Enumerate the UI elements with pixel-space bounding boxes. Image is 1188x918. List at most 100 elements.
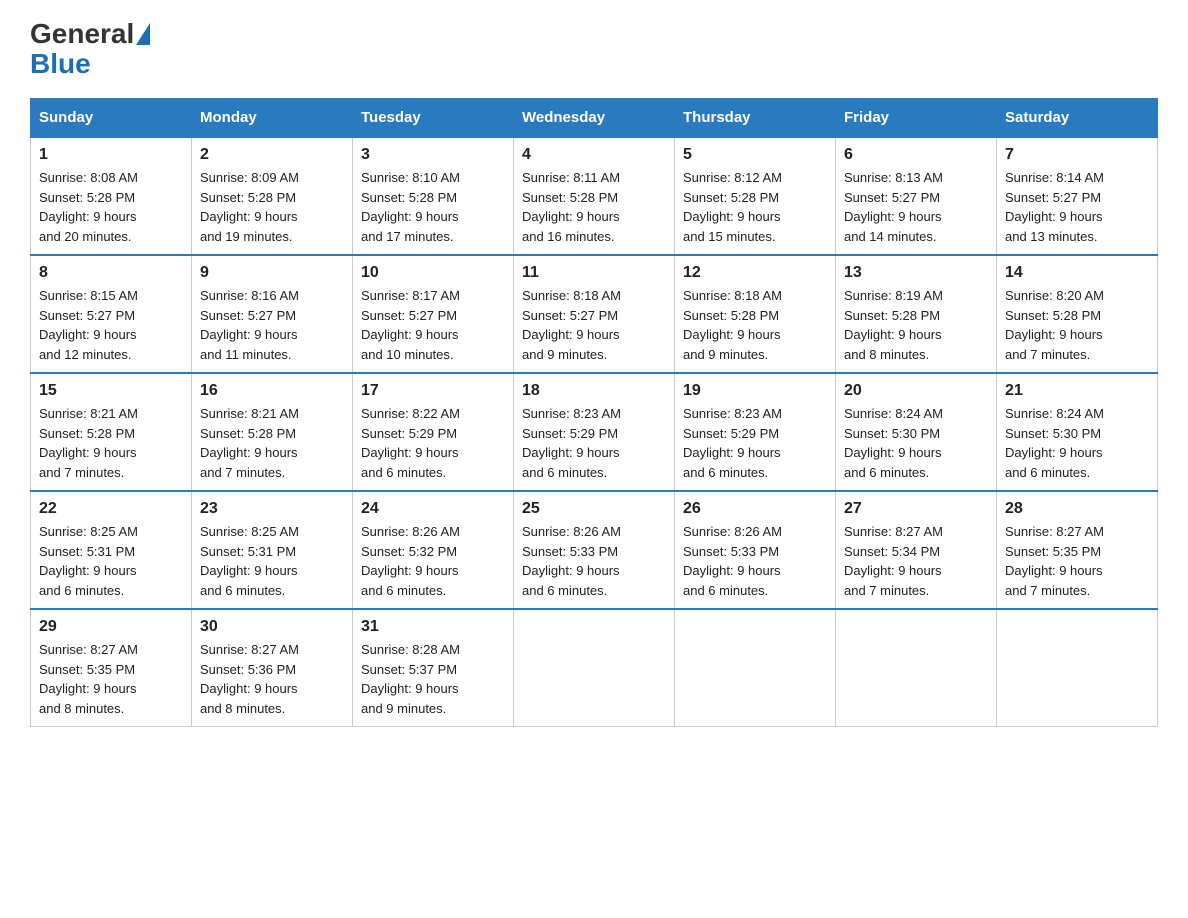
day-number: 8 (39, 264, 183, 282)
day-number: 13 (844, 264, 988, 282)
day-number: 21 (1005, 382, 1149, 400)
day-info: Sunrise: 8:13 AMSunset: 5:27 PMDaylight:… (844, 168, 988, 246)
day-info: Sunrise: 8:10 AMSunset: 5:28 PMDaylight:… (361, 168, 505, 246)
day-info: Sunrise: 8:12 AMSunset: 5:28 PMDaylight:… (683, 168, 827, 246)
day-number: 2 (200, 146, 344, 164)
day-number: 29 (39, 618, 183, 636)
day-info: Sunrise: 8:25 AMSunset: 5:31 PMDaylight:… (200, 522, 344, 600)
day-info: Sunrise: 8:27 AMSunset: 5:34 PMDaylight:… (844, 522, 988, 600)
day-number: 15 (39, 382, 183, 400)
calendar-day-cell: 13 Sunrise: 8:19 AMSunset: 5:28 PMDaylig… (836, 255, 997, 373)
day-number: 16 (200, 382, 344, 400)
calendar-week-row: 1 Sunrise: 8:08 AMSunset: 5:28 PMDayligh… (31, 137, 1158, 255)
calendar-day-cell: 8 Sunrise: 8:15 AMSunset: 5:27 PMDayligh… (31, 255, 192, 373)
day-info: Sunrise: 8:16 AMSunset: 5:27 PMDaylight:… (200, 286, 344, 364)
day-number: 10 (361, 264, 505, 282)
calendar-day-cell: 2 Sunrise: 8:09 AMSunset: 5:28 PMDayligh… (192, 137, 353, 255)
day-info: Sunrise: 8:18 AMSunset: 5:28 PMDaylight:… (683, 286, 827, 364)
calendar-day-cell: 12 Sunrise: 8:18 AMSunset: 5:28 PMDaylig… (675, 255, 836, 373)
day-info: Sunrise: 8:15 AMSunset: 5:27 PMDaylight:… (39, 286, 183, 364)
logo: General Blue (30, 20, 150, 78)
calendar-day-cell: 23 Sunrise: 8:25 AMSunset: 5:31 PMDaylig… (192, 491, 353, 609)
day-number: 20 (844, 382, 988, 400)
calendar-day-cell: 24 Sunrise: 8:26 AMSunset: 5:32 PMDaylig… (353, 491, 514, 609)
day-number: 27 (844, 500, 988, 518)
calendar-day-cell: 25 Sunrise: 8:26 AMSunset: 5:33 PMDaylig… (514, 491, 675, 609)
calendar-day-cell: 10 Sunrise: 8:17 AMSunset: 5:27 PMDaylig… (353, 255, 514, 373)
calendar-day-cell: 31 Sunrise: 8:28 AMSunset: 5:37 PMDaylig… (353, 609, 514, 727)
day-number: 30 (200, 618, 344, 636)
day-info: Sunrise: 8:21 AMSunset: 5:28 PMDaylight:… (39, 404, 183, 482)
calendar-day-cell: 28 Sunrise: 8:27 AMSunset: 5:35 PMDaylig… (997, 491, 1158, 609)
calendar-week-row: 29 Sunrise: 8:27 AMSunset: 5:35 PMDaylig… (31, 609, 1158, 727)
day-info: Sunrise: 8:23 AMSunset: 5:29 PMDaylight:… (683, 404, 827, 482)
day-number: 26 (683, 500, 827, 518)
day-info: Sunrise: 8:27 AMSunset: 5:35 PMDaylight:… (39, 640, 183, 718)
page-header: General Blue (30, 20, 1158, 78)
day-info: Sunrise: 8:21 AMSunset: 5:28 PMDaylight:… (200, 404, 344, 482)
day-info: Sunrise: 8:28 AMSunset: 5:37 PMDaylight:… (361, 640, 505, 718)
day-info: Sunrise: 8:11 AMSunset: 5:28 PMDaylight:… (522, 168, 666, 246)
day-info: Sunrise: 8:09 AMSunset: 5:28 PMDaylight:… (200, 168, 344, 246)
calendar-day-cell (836, 609, 997, 727)
day-info: Sunrise: 8:23 AMSunset: 5:29 PMDaylight:… (522, 404, 666, 482)
day-info: Sunrise: 8:27 AMSunset: 5:35 PMDaylight:… (1005, 522, 1149, 600)
calendar-day-cell: 22 Sunrise: 8:25 AMSunset: 5:31 PMDaylig… (31, 491, 192, 609)
day-of-week-header: Friday (836, 99, 997, 138)
day-number: 9 (200, 264, 344, 282)
calendar-day-cell: 19 Sunrise: 8:23 AMSunset: 5:29 PMDaylig… (675, 373, 836, 491)
day-number: 28 (1005, 500, 1149, 518)
day-info: Sunrise: 8:22 AMSunset: 5:29 PMDaylight:… (361, 404, 505, 482)
day-info: Sunrise: 8:18 AMSunset: 5:27 PMDaylight:… (522, 286, 666, 364)
day-number: 4 (522, 146, 666, 164)
day-info: Sunrise: 8:08 AMSunset: 5:28 PMDaylight:… (39, 168, 183, 246)
day-info: Sunrise: 8:24 AMSunset: 5:30 PMDaylight:… (844, 404, 988, 482)
calendar-day-cell (997, 609, 1158, 727)
day-of-week-header: Monday (192, 99, 353, 138)
day-info: Sunrise: 8:20 AMSunset: 5:28 PMDaylight:… (1005, 286, 1149, 364)
day-number: 24 (361, 500, 505, 518)
day-number: 31 (361, 618, 505, 636)
day-number: 7 (1005, 146, 1149, 164)
calendar-week-row: 15 Sunrise: 8:21 AMSunset: 5:28 PMDaylig… (31, 373, 1158, 491)
day-of-week-header: Saturday (997, 99, 1158, 138)
calendar-day-cell: 29 Sunrise: 8:27 AMSunset: 5:35 PMDaylig… (31, 609, 192, 727)
day-number: 1 (39, 146, 183, 164)
calendar-day-cell: 18 Sunrise: 8:23 AMSunset: 5:29 PMDaylig… (514, 373, 675, 491)
calendar-day-cell: 15 Sunrise: 8:21 AMSunset: 5:28 PMDaylig… (31, 373, 192, 491)
day-info: Sunrise: 8:14 AMSunset: 5:27 PMDaylight:… (1005, 168, 1149, 246)
day-info: Sunrise: 8:25 AMSunset: 5:31 PMDaylight:… (39, 522, 183, 600)
logo-triangle-icon (136, 23, 150, 45)
day-number: 6 (844, 146, 988, 164)
day-info: Sunrise: 8:26 AMSunset: 5:33 PMDaylight:… (683, 522, 827, 600)
calendar-day-cell: 16 Sunrise: 8:21 AMSunset: 5:28 PMDaylig… (192, 373, 353, 491)
day-number: 5 (683, 146, 827, 164)
day-of-week-header: Wednesday (514, 99, 675, 138)
day-number: 23 (200, 500, 344, 518)
day-of-week-header: Thursday (675, 99, 836, 138)
day-info: Sunrise: 8:17 AMSunset: 5:27 PMDaylight:… (361, 286, 505, 364)
day-number: 14 (1005, 264, 1149, 282)
calendar-day-cell: 1 Sunrise: 8:08 AMSunset: 5:28 PMDayligh… (31, 137, 192, 255)
calendar-day-cell: 26 Sunrise: 8:26 AMSunset: 5:33 PMDaylig… (675, 491, 836, 609)
calendar-day-cell: 7 Sunrise: 8:14 AMSunset: 5:27 PMDayligh… (997, 137, 1158, 255)
day-info: Sunrise: 8:26 AMSunset: 5:33 PMDaylight:… (522, 522, 666, 600)
calendar-week-row: 8 Sunrise: 8:15 AMSunset: 5:27 PMDayligh… (31, 255, 1158, 373)
day-number: 25 (522, 500, 666, 518)
calendar-week-row: 22 Sunrise: 8:25 AMSunset: 5:31 PMDaylig… (31, 491, 1158, 609)
calendar-day-cell: 21 Sunrise: 8:24 AMSunset: 5:30 PMDaylig… (997, 373, 1158, 491)
logo-general-text: General (30, 20, 134, 48)
day-number: 3 (361, 146, 505, 164)
day-of-week-header: Tuesday (353, 99, 514, 138)
calendar-day-cell: 4 Sunrise: 8:11 AMSunset: 5:28 PMDayligh… (514, 137, 675, 255)
day-info: Sunrise: 8:24 AMSunset: 5:30 PMDaylight:… (1005, 404, 1149, 482)
calendar-day-cell: 6 Sunrise: 8:13 AMSunset: 5:27 PMDayligh… (836, 137, 997, 255)
day-number: 17 (361, 382, 505, 400)
day-number: 22 (39, 500, 183, 518)
calendar-header-row: SundayMondayTuesdayWednesdayThursdayFrid… (31, 99, 1158, 138)
day-of-week-header: Sunday (31, 99, 192, 138)
day-number: 18 (522, 382, 666, 400)
calendar-day-cell: 3 Sunrise: 8:10 AMSunset: 5:28 PMDayligh… (353, 137, 514, 255)
calendar-day-cell (675, 609, 836, 727)
calendar-day-cell: 5 Sunrise: 8:12 AMSunset: 5:28 PMDayligh… (675, 137, 836, 255)
